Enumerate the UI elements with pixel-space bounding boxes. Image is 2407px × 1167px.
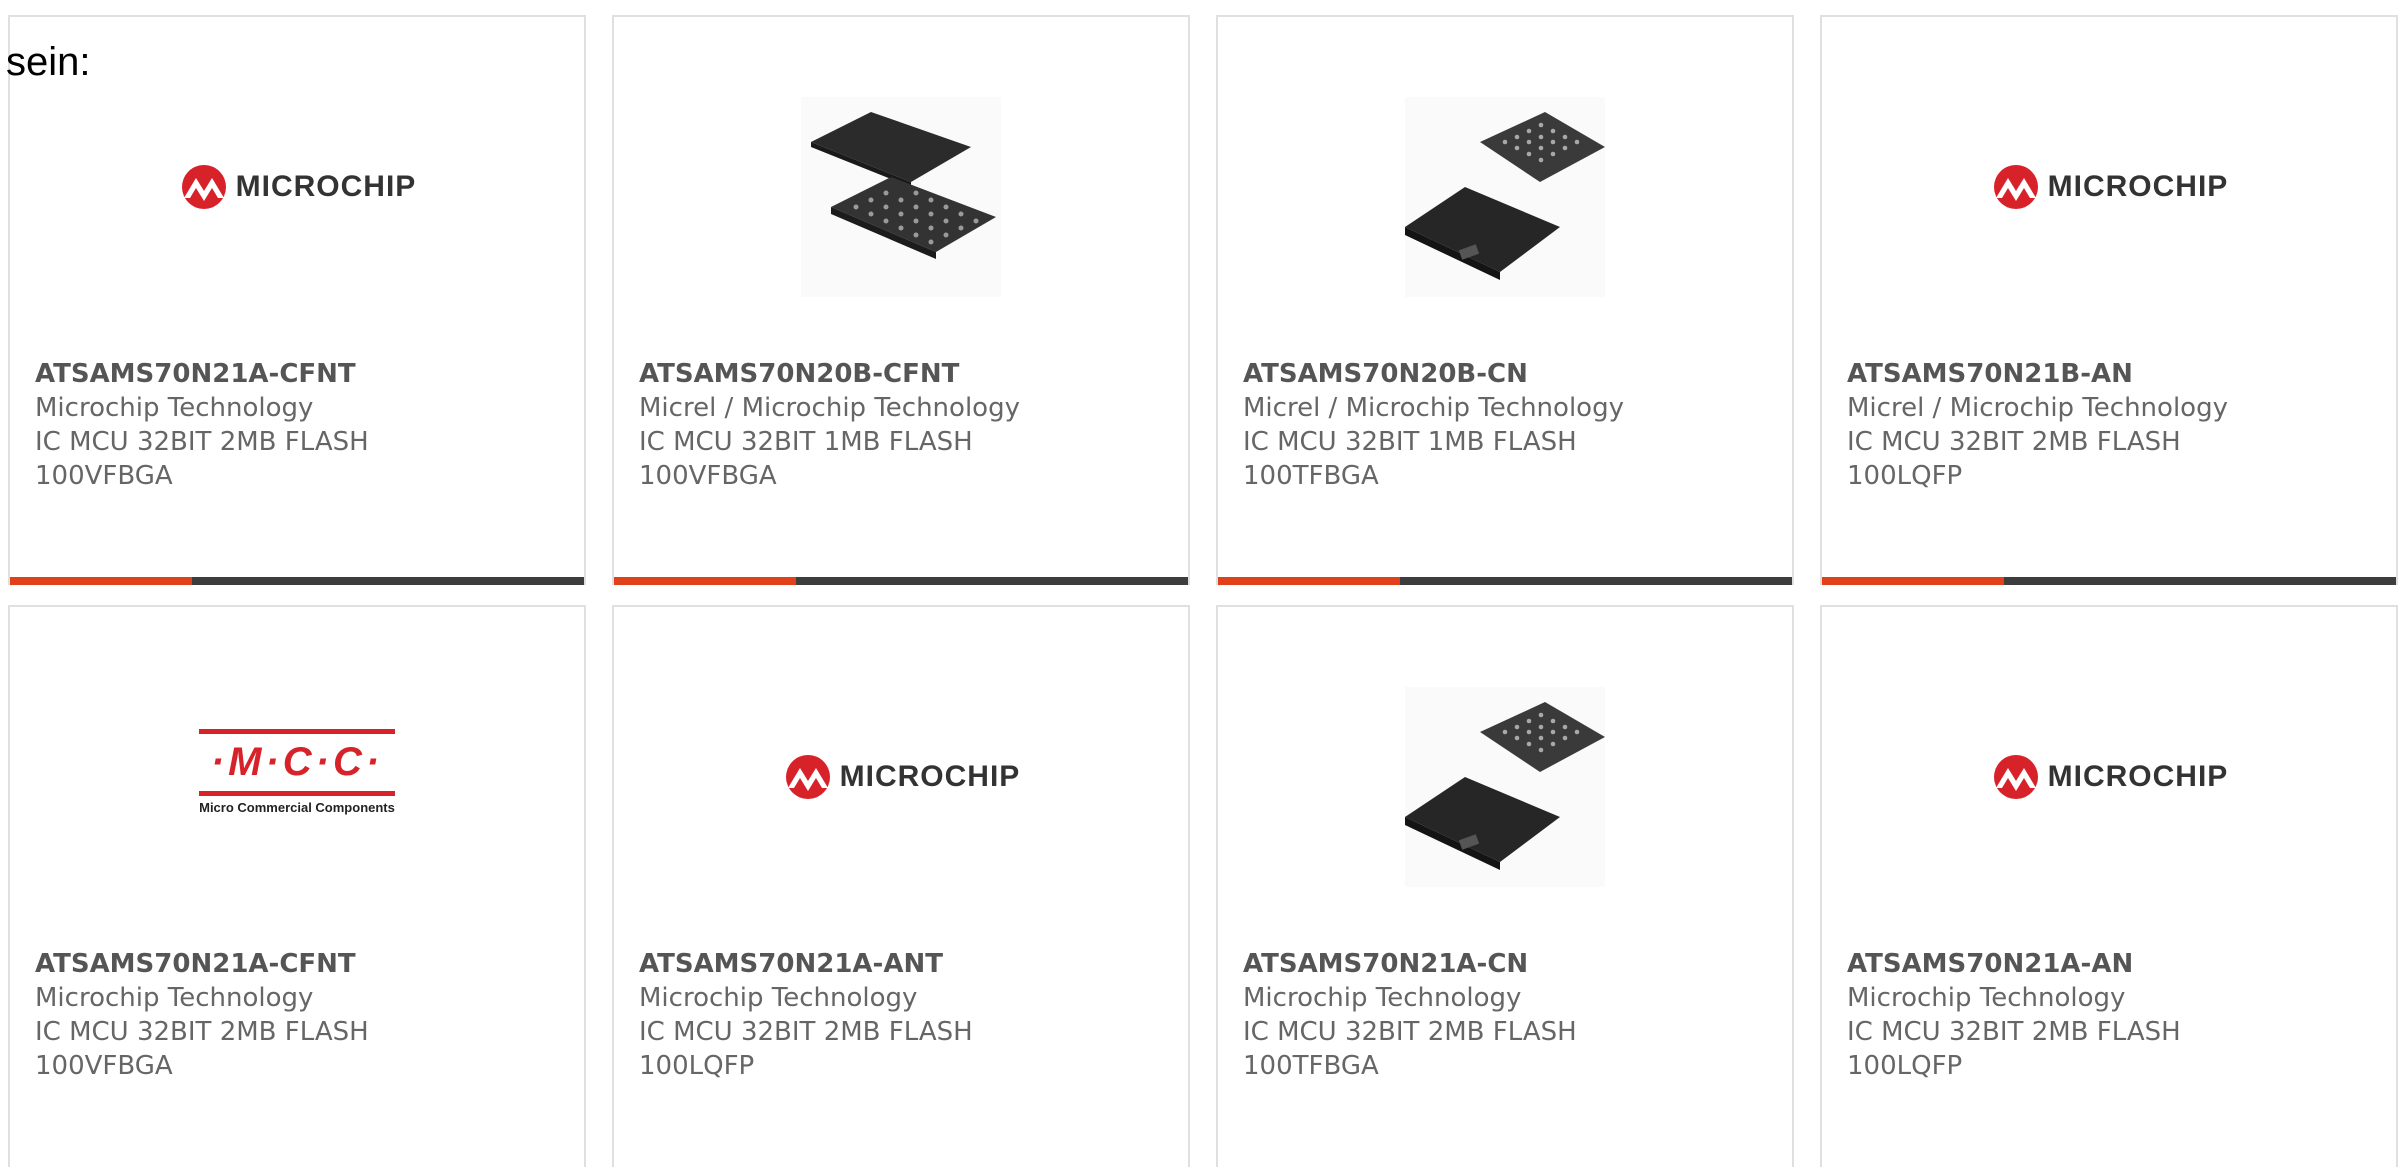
- product-card[interactable]: MICROCHIP ATSAMS70N21B-AN Micrel / Micro…: [1820, 15, 2398, 585]
- part-number[interactable]: ATSAMS70N20B-CN: [1243, 357, 1782, 391]
- microchip-logo-icon: [181, 165, 226, 209]
- description: IC MCU 32BIT 2MB FLASH: [1243, 1017, 1577, 1047]
- package: 100VFBGA: [35, 1051, 173, 1081]
- part-number[interactable]: ATSAMS70N21A-CFNT: [35, 947, 574, 981]
- product-info: ATSAMS70N21A-CN Microchip Technology IC …: [1243, 947, 1782, 1083]
- mcc-logo: ·M·C·C· Micro Commercial Components: [199, 729, 395, 815]
- part-number[interactable]: ATSAMS70N21A-ANT: [639, 947, 1178, 981]
- product-info: ATSAMS70N21A-CFNT Microchip Technology I…: [35, 357, 574, 493]
- package: 100LQFP: [1847, 461, 1963, 491]
- manufacturer: Microchip Technology: [639, 983, 918, 1013]
- description: IC MCU 32BIT 2MB FLASH: [35, 1017, 369, 1047]
- manufacturer: Micrel / Microchip Technology: [639, 393, 1020, 423]
- package: 100LQFP: [639, 1051, 755, 1081]
- manufacturer: Micrel / Microchip Technology: [1847, 393, 2228, 423]
- product-info: ATSAMS70N20B-CN Micrel / Microchip Techn…: [1243, 357, 1782, 493]
- product-info: ATSAMS70N21B-AN Micrel / Microchip Techn…: [1847, 357, 2386, 493]
- product-image: MICROCHIP: [10, 87, 584, 307]
- microchip-logo: MICROCHIP: [1990, 164, 2229, 210]
- card-bar-accent: [614, 577, 796, 585]
- manufacturer: Microchip Technology: [35, 393, 314, 423]
- microchip-wordmark: MICROCHIP: [235, 170, 417, 203]
- card-bar: [1218, 577, 1792, 585]
- card-bar-accent: [10, 577, 192, 585]
- product-card[interactable]: MICROCHIP ATSAMS70N21A-CFNT Microchip Te…: [8, 15, 586, 585]
- product-image: [614, 87, 1188, 307]
- description: IC MCU 32BIT 2MB FLASH: [1847, 1017, 2181, 1047]
- product-card[interactable]: ATSAMS70N21A-CN Microchip Technology IC …: [1216, 605, 1794, 1167]
- product-image: [1218, 677, 1792, 897]
- product-card[interactable]: ·M·C·C· Micro Commercial Components ATSA…: [8, 605, 586, 1167]
- product-card[interactable]: ATSAMS70N20B-CFNT Micrel / Microchip Tec…: [612, 15, 1190, 585]
- package: 100VFBGA: [639, 461, 777, 491]
- mcc-logo-subtitle: Micro Commercial Components: [199, 800, 395, 815]
- package: 100TFBGA: [1243, 461, 1379, 491]
- microchip-wordmark: MICROCHIP: [839, 760, 1021, 793]
- product-info: ATSAMS70N21A-CFNT Microchip Technology I…: [35, 947, 574, 1083]
- part-number[interactable]: ATSAMS70N21A-AN: [1847, 947, 2386, 981]
- card-bar: [614, 577, 1188, 585]
- microchip-wordmark: MICROCHIP: [2047, 760, 2229, 793]
- product-info: ATSAMS70N21A-AN Microchip Technology IC …: [1847, 947, 2386, 1083]
- microchip-logo: MICROCHIP: [1990, 754, 2229, 800]
- bga-chip-photo: [1405, 97, 1605, 297]
- mcc-logo-text: ·M·C·C·: [210, 740, 384, 784]
- microchip-logo: MICROCHIP: [782, 754, 1021, 800]
- microchip-logo: MICROCHIP: [178, 164, 417, 210]
- card-bar: [10, 577, 584, 585]
- package: 100TFBGA: [1243, 1051, 1379, 1081]
- manufacturer: Micrel / Microchip Technology: [1243, 393, 1624, 423]
- product-info: ATSAMS70N20B-CFNT Micrel / Microchip Tec…: [639, 357, 1178, 493]
- product-image: [1218, 87, 1792, 307]
- microchip-logo-icon: [785, 755, 830, 799]
- product-card[interactable]: MICROCHIP ATSAMS70N21A-AN Microchip Tech…: [1820, 605, 2398, 1167]
- description: IC MCU 32BIT 2MB FLASH: [35, 427, 369, 457]
- product-image: MICROCHIP: [614, 677, 1188, 897]
- manufacturer: Microchip Technology: [1847, 983, 2126, 1013]
- part-number[interactable]: ATSAMS70N20B-CFNT: [639, 357, 1178, 391]
- package: 100LQFP: [1847, 1051, 1963, 1081]
- microchip-wordmark: MICROCHIP: [2047, 170, 2229, 203]
- manufacturer: Microchip Technology: [1243, 983, 1522, 1013]
- product-card[interactable]: MICROCHIP ATSAMS70N21A-ANT Microchip Tec…: [612, 605, 1190, 1167]
- product-grid: MICROCHIP ATSAMS70N21A-CFNT Microchip Te…: [8, 15, 2398, 1167]
- product-card[interactable]: ATSAMS70N20B-CN Micrel / Microchip Techn…: [1216, 15, 1794, 585]
- bga-chip-photo: [1405, 687, 1605, 887]
- manufacturer: Microchip Technology: [35, 983, 314, 1013]
- card-bar: [1822, 577, 2396, 585]
- product-info: ATSAMS70N21A-ANT Microchip Technology IC…: [639, 947, 1178, 1083]
- description: IC MCU 32BIT 1MB FLASH: [639, 427, 973, 457]
- card-bar-accent: [1822, 577, 2004, 585]
- package: 100VFBGA: [35, 461, 173, 491]
- microchip-logo-icon: [1993, 755, 2038, 799]
- card-bar-accent: [1218, 577, 1400, 585]
- product-image: ·M·C·C· Micro Commercial Components: [10, 677, 584, 897]
- part-number[interactable]: ATSAMS70N21B-AN: [1847, 357, 2386, 391]
- microchip-logo-icon: [1993, 165, 2038, 209]
- bga-chip-photo: [801, 97, 1001, 297]
- description: IC MCU 32BIT 2MB FLASH: [639, 1017, 973, 1047]
- description: IC MCU 32BIT 2MB FLASH: [1847, 427, 2181, 457]
- product-image: MICROCHIP: [1822, 87, 2396, 307]
- description: IC MCU 32BIT 1MB FLASH: [1243, 427, 1577, 457]
- mcc-logo-line-bottom: [199, 791, 395, 796]
- page: MICROCHIP ATSAMS70N21A-CFNT Microchip Te…: [0, 0, 2407, 1167]
- intro-text: sein:: [6, 40, 91, 84]
- part-number[interactable]: ATSAMS70N21A-CN: [1243, 947, 1782, 981]
- part-number[interactable]: ATSAMS70N21A-CFNT: [35, 357, 574, 391]
- product-image: MICROCHIP: [1822, 677, 2396, 897]
